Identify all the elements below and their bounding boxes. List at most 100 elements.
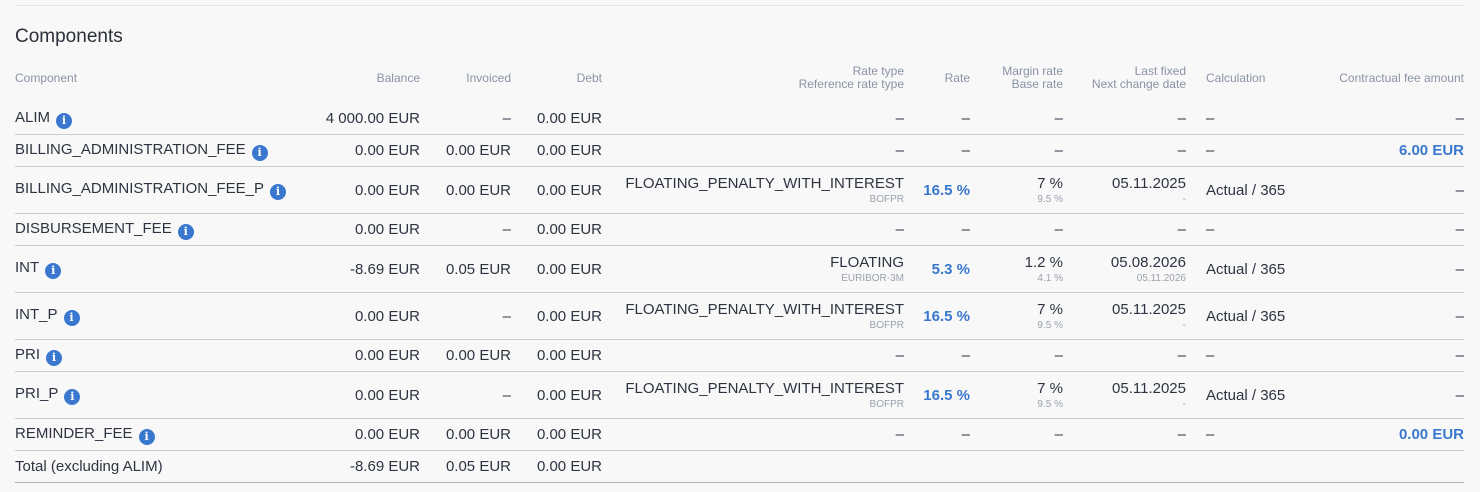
component-name: BILLING_ADMINISTRATION_FEE i	[15, 134, 304, 167]
info-icon[interactable]: i	[269, 184, 286, 200]
column-header-fee-amount[interactable]: Contractual fee amount	[1334, 56, 1464, 100]
info-icon[interactable]: i	[46, 349, 63, 366]
info-icon[interactable]: i	[138, 428, 155, 445]
calculation-cell: –	[1186, 339, 1334, 372]
fee-amount-value[interactable]: 0.00 EUR	[1399, 426, 1464, 443]
column-header-component[interactable]: Component	[15, 56, 304, 100]
last-fixed-value: 05.11.2025	[1112, 379, 1186, 397]
margin-rate-cell: 7 % 9.5 %	[970, 166, 1063, 214]
info-icon[interactable]: i	[56, 112, 73, 129]
rate-type-cell: –	[602, 100, 904, 135]
column-header-last-fixed[interactable]: Last fixed Next change date	[1063, 56, 1186, 100]
table-row: DISBURSEMENT_FEE i 0.00 EUR – 0.00 EUR – – – – – –	[15, 213, 1464, 246]
invoiced-cell: 0.00 EUR	[420, 166, 511, 214]
column-header-rate[interactable]: Rate	[904, 56, 970, 100]
margin-rate-value: –	[1054, 221, 1063, 238]
rate-cell: –	[904, 213, 970, 246]
margin-rate-cell: –	[970, 134, 1063, 167]
total-debt: 0.00 EUR	[511, 450, 602, 483]
last-fixed-value: 05.08.2026	[1110, 253, 1186, 271]
column-header-balance[interactable]: Balance	[304, 56, 420, 100]
fee-amount-value: –	[1455, 386, 1464, 404]
calculation-cell: –	[1186, 418, 1334, 451]
component-name: PRI i	[15, 339, 304, 372]
info-icon[interactable]: i	[64, 389, 81, 405]
column-header-margin-rate[interactable]: Margin rate Base rate	[970, 56, 1063, 100]
component-label: PRI_P	[15, 385, 59, 402]
balance-value: 0.00 EUR	[354, 347, 420, 364]
margin-rate-value: 7 %	[1037, 174, 1063, 192]
rate-value: 5.3 %	[931, 260, 970, 278]
balance-cell: 4 000.00 EUR	[304, 100, 420, 135]
component-name: BILLING_ADMINISTRATION_FEE_P i	[15, 166, 304, 214]
fee-amount-value: –	[1455, 307, 1464, 325]
invoiced-value: –	[502, 110, 511, 127]
invoiced-cell: 0.05 EUR	[420, 245, 511, 293]
margin-rate-value: –	[1054, 426, 1063, 443]
total-balance: -8.69 EUR	[304, 450, 420, 483]
rate-cell: 16.5 %	[904, 371, 970, 419]
column-header-rate-type[interactable]: Rate type Reference rate type	[602, 56, 904, 100]
rate-cell: 16.5 %	[904, 166, 970, 214]
debt-cell: 0.00 EUR	[511, 245, 602, 293]
reference-rate-type-value: EURIBOR-3M	[841, 272, 904, 284]
info-icon[interactable]: i	[251, 144, 268, 161]
debt-cell: 0.00 EUR	[511, 339, 602, 372]
debt-cell: 0.00 EUR	[511, 134, 602, 167]
table-row: PRI i 0.00 EUR 0.00 EUR 0.00 EUR – – – – – –	[15, 339, 1464, 372]
next-change-date-value: -	[1182, 398, 1186, 410]
calculation-value: Actual / 365	[1206, 260, 1286, 278]
invoiced-cell: –	[420, 292, 511, 340]
rate-type-value: –	[895, 110, 904, 127]
rate-value: 16.5 %	[923, 307, 970, 325]
fee-amount-cell: –	[1334, 339, 1464, 372]
components-table: Component Balance Invoiced Debt Rate typ…	[15, 56, 1464, 483]
calculation-value: Actual / 365	[1206, 181, 1286, 199]
divider	[15, 5, 1465, 6]
balance-value: 0.00 EUR	[354, 386, 420, 404]
rate-type-value: FLOATING_PENALTY_WITH_INTEREST	[625, 300, 904, 318]
component-label: DISBURSEMENT_FEE	[15, 219, 172, 237]
last-fixed-cell: –	[1063, 213, 1186, 246]
last-fixed-cell: 05.11.2025-	[1063, 166, 1186, 214]
rate-type-cell: FLOATING_PENALTY_WITH_INTEREST BOFPR	[602, 371, 904, 419]
fee-amount-value: –	[1455, 260, 1464, 278]
component-label: BILLING_ADMINISTRATION_FEE	[15, 140, 246, 158]
margin-rate-value: 7 %	[1037, 300, 1063, 318]
balance-value: 4 000.00 EUR	[325, 110, 420, 127]
component-label: INT_P	[15, 306, 58, 323]
table-row: REMINDER_FEE i 0.00 EUR 0.00 EUR 0.00 EUR – – –…	[15, 418, 1464, 451]
fee-amount-cell: 0.00 EUR	[1334, 418, 1464, 451]
debt-cell: 0.00 EUR	[511, 292, 602, 340]
debt-value: 0.00 EUR	[536, 142, 602, 159]
balance-value: -8.69 EUR	[349, 260, 420, 278]
table-row: INT i -8.69 EUR 0.05 EUR 0.00 EUR FLOATING EUR…	[15, 245, 1464, 293]
debt-value: 0.00 EUR	[536, 307, 602, 325]
fee-amount-value: –	[1455, 181, 1464, 199]
column-header-calculation[interactable]: Calculation	[1186, 56, 1334, 100]
invoiced-value: –	[502, 386, 511, 404]
rate-cell: –	[904, 100, 970, 135]
margin-rate-cell: –	[970, 213, 1063, 246]
calculation-value: –	[1206, 142, 1215, 159]
info-icon[interactable]: i	[45, 263, 62, 279]
fee-amount-value[interactable]: 6.00 EUR	[1399, 142, 1464, 159]
total-row: Total (excluding ALIM) -8.69 EUR 0.05 EU…	[15, 450, 1464, 483]
invoiced-cell: 0.00 EUR	[420, 134, 511, 167]
info-icon[interactable]: i	[177, 223, 194, 240]
reference-rate-type-value: BOFPR	[869, 193, 904, 205]
last-fixed-cell: –	[1063, 418, 1186, 451]
debt-cell: 0.00 EUR	[511, 166, 602, 214]
info-icon[interactable]: i	[63, 310, 80, 326]
column-header-invoiced[interactable]: Invoiced	[420, 56, 511, 100]
component-label: ALIM	[15, 108, 51, 126]
calculation-value: –	[1206, 426, 1215, 443]
balance-cell: 0.00 EUR	[304, 166, 420, 214]
base-rate-value: 9.5 %	[1037, 398, 1063, 410]
column-header-debt[interactable]: Debt	[511, 56, 602, 100]
rate-value: –	[961, 221, 970, 238]
fee-amount-cell: –	[1334, 245, 1464, 293]
rate-type-cell: –	[602, 134, 904, 167]
component-name: REMINDER_FEE i	[15, 418, 304, 451]
total-invoiced: 0.05 EUR	[420, 450, 511, 483]
